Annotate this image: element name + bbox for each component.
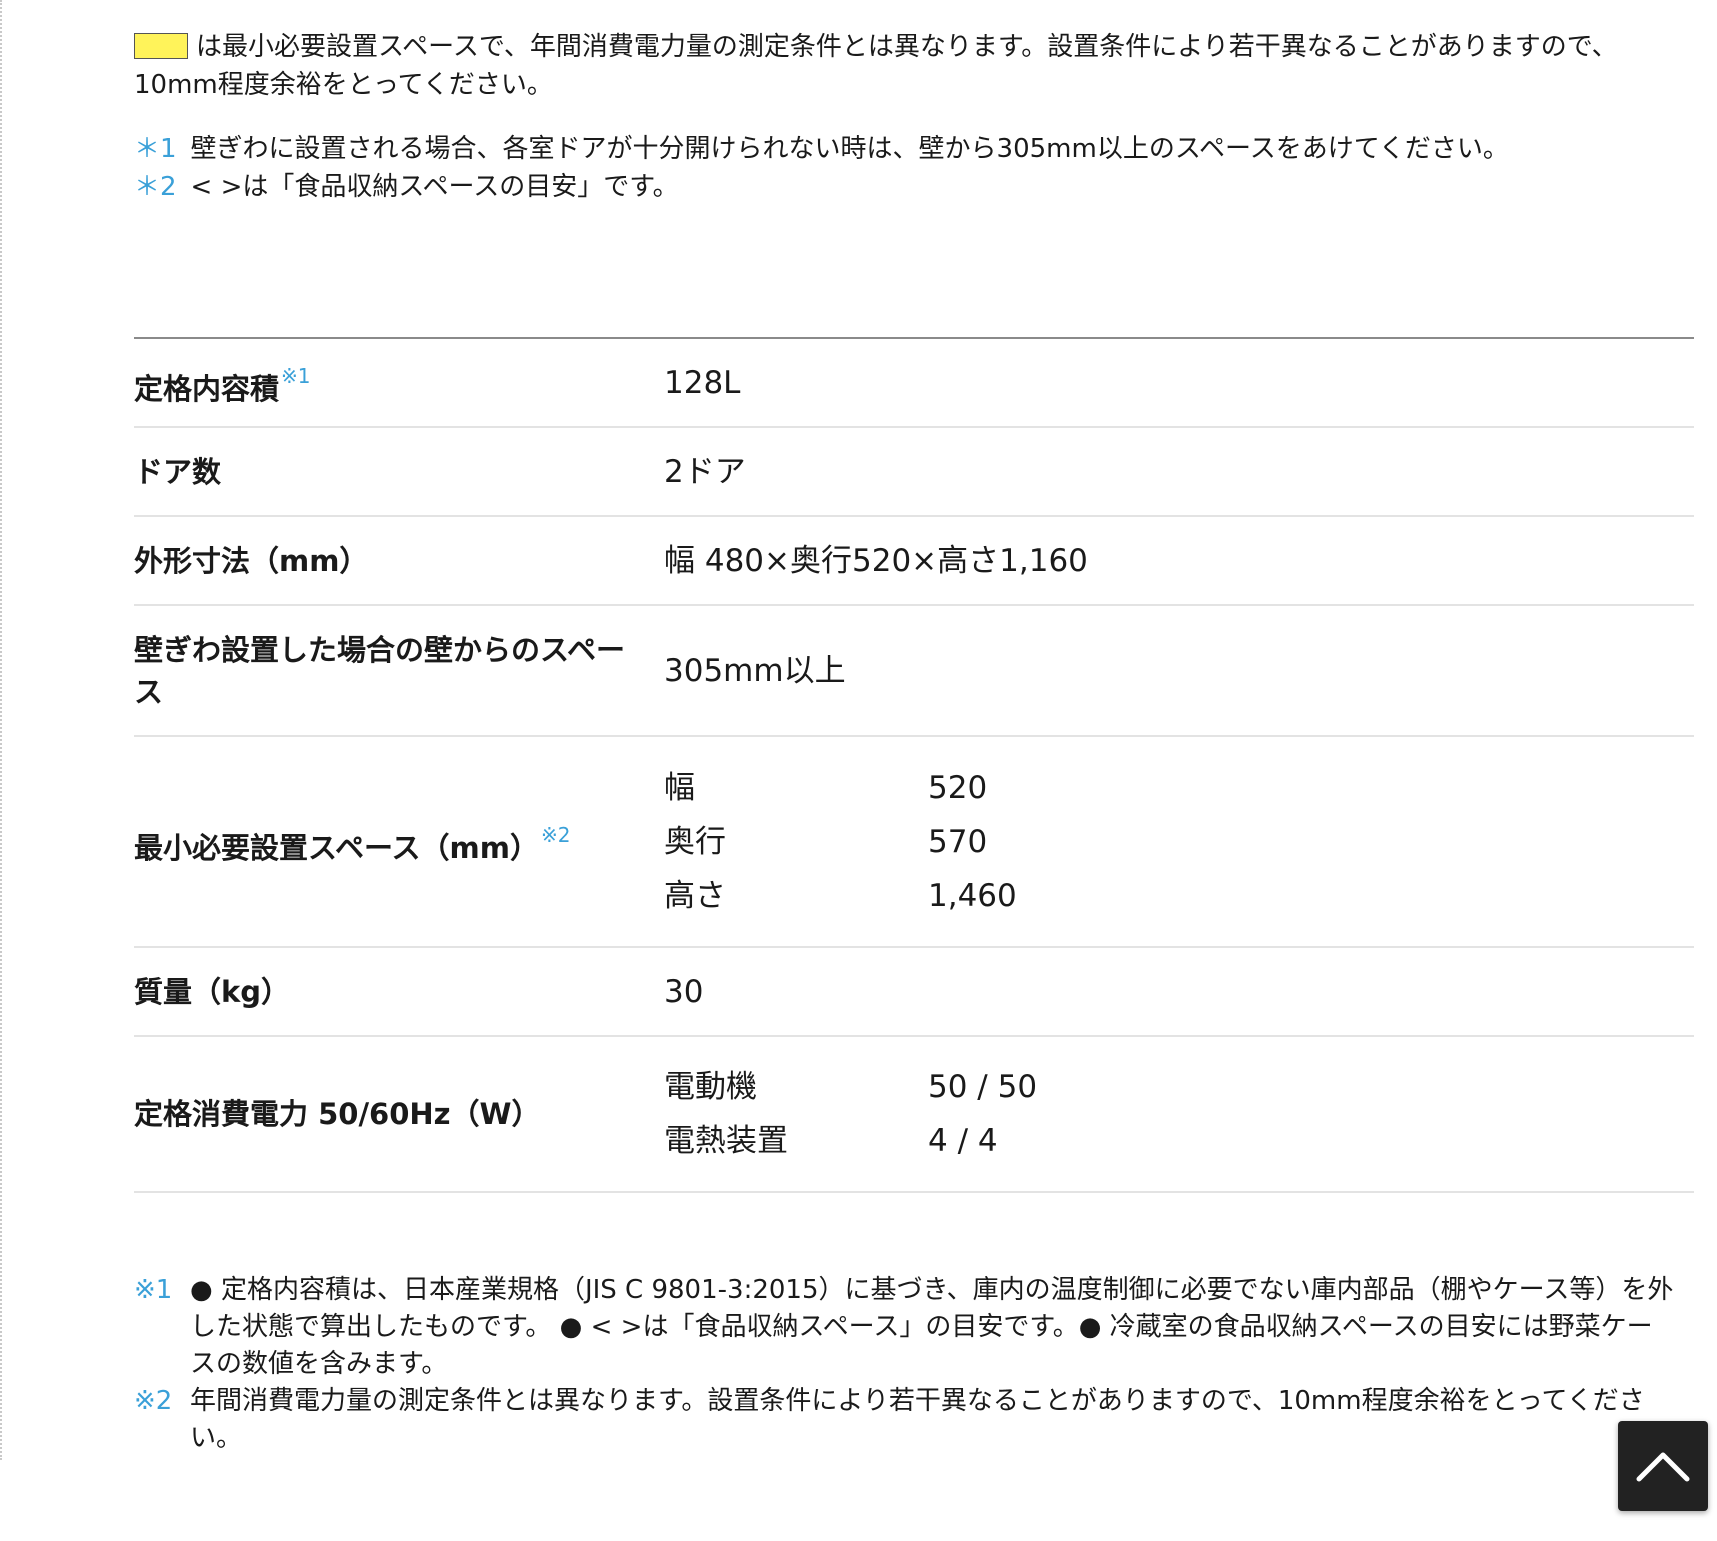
- note-mark: ＊1: [134, 134, 177, 164]
- sub-name: 高さ: [664, 877, 726, 914]
- spec-label-text: 定格内容積: [134, 372, 280, 406]
- spec-label: 壁ぎわ設置した場合の壁からのスペース: [134, 632, 625, 709]
- spec-value: 2ドア: [664, 453, 746, 490]
- note-mark: ＊2: [134, 172, 177, 202]
- left-dotted-border: [0, 0, 2, 1460]
- yellow-legend-swatch: [134, 33, 188, 59]
- spec-label: 外形寸法（mm）: [134, 543, 369, 578]
- sub-value: 50 / 50: [928, 1069, 1038, 1105]
- footnote-text: ● 定格内容積は、日本産業規格（JIS C 9801-3:2015）に基づき、庫…: [190, 1275, 1674, 1379]
- spec-label: 定格消費電力 50/60Hz（W）: [134, 1097, 541, 1131]
- spec-row-capacity: 定格内容積 ※1 128L: [134, 339, 1694, 428]
- top-note-2: ＊2 < >は「食品収納スペースの目安」です。: [134, 168, 1694, 206]
- sub-name: 電熱装置: [664, 1123, 788, 1159]
- sub-value: 1,460: [928, 877, 1017, 914]
- note-text: < >は「食品収納スペースの目安」です。: [190, 172, 679, 202]
- sub-value: 570: [928, 823, 988, 860]
- spec-row-dimensions: 外形寸法（mm） 幅 480×奥行520×高さ1,160: [134, 517, 1694, 606]
- spec-value: 電動機 50 / 50 電熱装置 4 / 4: [664, 1066, 1694, 1162]
- footnote-2: ※2 年間消費電力量の測定条件とは異なります。設置条件により若干異なることがあり…: [134, 1383, 1674, 1457]
- spec-row-mass: 質量（kg） 30: [134, 948, 1694, 1037]
- spec-label: 最小必要設置スペース（mm） ※2: [134, 814, 664, 869]
- spec-row-wall-space: 壁ぎわ設置した場合の壁からのスペース 305mm以上: [134, 606, 1694, 737]
- footnote-mark: ※1: [134, 1275, 173, 1305]
- sub-value: 520: [928, 769, 988, 806]
- footnote-mark: ※2: [134, 1386, 173, 1416]
- spec-row-doors: ドア数 2ドア: [134, 428, 1694, 517]
- back-to-top-button[interactable]: [1618, 1421, 1708, 1511]
- sub-values: 電動機 50 / 50 電熱装置 4 / 4: [664, 1066, 1694, 1162]
- spec-label: 質量（kg）: [134, 974, 291, 1009]
- sub-name: 幅: [664, 769, 695, 806]
- top-notes: ＊1 壁ぎわに設置される場合、各室ドアが十分開けられない時は、壁から305mm以…: [134, 130, 1694, 206]
- intro-section: は最小必要設置スペースで、年間消費電力量の測定条件とは異なります。設置条件により…: [134, 28, 1694, 206]
- sub-name: 電動機: [664, 1069, 757, 1105]
- note-text: 壁ぎわに設置される場合、各室ドアが十分開けられない時は、壁から305mm以上のス…: [190, 134, 1509, 164]
- intro-text: は最小必要設置スペースで、年間消費電力量の測定条件とは異なります。設置条件により…: [134, 32, 1618, 100]
- spec-row-min-space: 最小必要設置スペース（mm） ※2 幅 520 奥行 570 高さ 1,460: [134, 737, 1694, 948]
- top-note-1: ＊1 壁ぎわに設置される場合、各室ドアが十分開けられない時は、壁から305mm以…: [134, 130, 1694, 168]
- spec-value: 幅 480×奥行520×高さ1,160: [664, 542, 1088, 579]
- spec-value: 30: [664, 973, 704, 1010]
- sub-values: 幅 520 奥行 570 高さ 1,460: [664, 767, 1694, 917]
- spec-label-text: 最小必要設置スペース（mm）: [134, 831, 539, 865]
- footnote-1: ※1 ● 定格内容積は、日本産業規格（JIS C 9801-3:2015）に基づ…: [134, 1272, 1674, 1383]
- footnotes: ※1 ● 定格内容積は、日本産業規格（JIS C 9801-3:2015）に基づ…: [134, 1272, 1674, 1457]
- sub-value: 4 / 4: [928, 1123, 998, 1159]
- footnote-ref: ※2: [540, 823, 571, 847]
- spec-label: ドア数: [134, 454, 222, 489]
- spec-label: 定格内容積 ※1: [134, 355, 664, 410]
- spec-value: 128L: [664, 364, 741, 401]
- footnote-ref: ※1: [281, 364, 311, 388]
- spec-value: 幅 520 奥行 570 高さ 1,460: [664, 767, 1694, 917]
- footnote-text: 年間消費電力量の測定条件とは異なります。設置条件により若干異なることがありますの…: [190, 1386, 1645, 1453]
- spec-table: 定格内容積 ※1 128L ドア数 2ドア 外形寸法（mm） 幅 480×奥行52…: [134, 337, 1694, 1193]
- sub-name: 奥行: [664, 823, 726, 860]
- intro-paragraph: は最小必要設置スペースで、年間消費電力量の測定条件とは異なります。設置条件により…: [134, 28, 1694, 104]
- chevron-up-icon: [1636, 1452, 1690, 1482]
- spec-row-power: 定格消費電力 50/60Hz（W） 電動機 50 / 50 電熱装置 4 / 4: [134, 1037, 1694, 1193]
- spec-value: 305mm以上: [664, 652, 846, 689]
